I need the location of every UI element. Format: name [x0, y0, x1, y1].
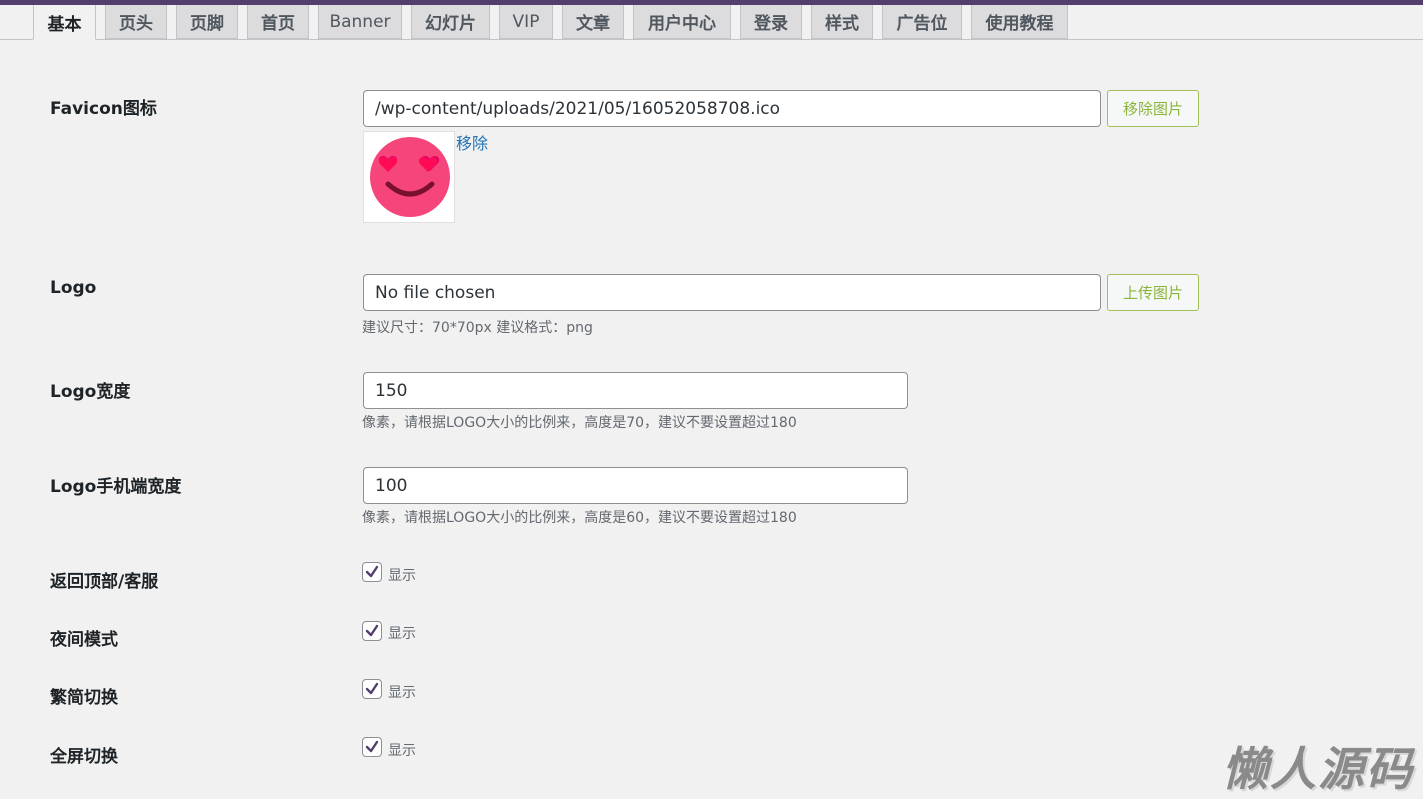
tab-banner[interactable]: Banner: [318, 5, 402, 39]
tab-article[interactable]: 文章: [562, 5, 624, 39]
back-to-top-checkbox[interactable]: [362, 562, 382, 582]
favicon-preview: [363, 131, 455, 223]
logo-width-label: Logo宽度: [50, 382, 131, 402]
remove-link[interactable]: 移除: [456, 130, 488, 154]
checkmark-icon: [365, 624, 379, 637]
upload-image-button[interactable]: 上传图片: [1107, 274, 1199, 311]
tab-basic[interactable]: 基本: [33, 5, 96, 40]
tab-slider[interactable]: 幻灯片: [411, 5, 490, 39]
heart-eyes-emoji-icon: [370, 137, 450, 217]
tab-login[interactable]: 登录: [740, 5, 802, 39]
logo-width-input[interactable]: 150: [363, 372, 908, 409]
back-to-top-label: 返回顶部/客服: [50, 572, 159, 592]
watermark: 懒人源码: [1222, 742, 1414, 796]
settings-tabs: 基本 页头 页脚 首页 Banner 幻灯片 VIP 文章 用户中心 登录 样式…: [0, 5, 1423, 40]
tab-ads[interactable]: 广告位: [882, 5, 962, 39]
remove-image-button[interactable]: 移除图片: [1107, 90, 1199, 127]
logo-file-input[interactable]: No file chosen: [363, 274, 1101, 311]
traditional-simplified-checkbox[interactable]: [362, 679, 382, 699]
logo-mobile-width-label: Logo手机端宽度: [50, 477, 182, 497]
tab-footer[interactable]: 页脚: [176, 5, 238, 39]
tab-tutorial[interactable]: 使用教程: [971, 5, 1068, 39]
tab-header[interactable]: 页头: [105, 5, 167, 39]
logo-mobile-width-hint: 像素，请根据LOGO大小的比例来，高度是60，建议不要设置超过180: [362, 510, 797, 526]
traditional-simplified-option: 显示: [388, 685, 416, 701]
checkmark-icon: [365, 682, 379, 695]
night-mode-label: 夜间模式: [50, 630, 118, 650]
tab-vip[interactable]: VIP: [499, 5, 553, 39]
back-to-top-option: 显示: [388, 568, 416, 584]
night-mode-checkbox[interactable]: [362, 621, 382, 641]
checkmark-icon: [365, 565, 379, 578]
logo-mobile-width-input[interactable]: 100: [363, 467, 908, 504]
favicon-label: Favicon图标: [50, 99, 157, 119]
logo-width-hint: 像素，请根据LOGO大小的比例来，高度是70，建议不要设置超过180: [362, 415, 797, 431]
fullscreen-label: 全屏切换: [50, 747, 118, 767]
logo-hint: 建议尺寸：70*70px 建议格式：png: [362, 320, 593, 336]
tab-user-center[interactable]: 用户中心: [633, 5, 731, 39]
night-mode-option: 显示: [388, 626, 416, 642]
fullscreen-option: 显示: [388, 743, 416, 759]
tab-home[interactable]: 首页: [247, 5, 309, 39]
fullscreen-checkbox[interactable]: [362, 737, 382, 757]
tab-style[interactable]: 样式: [811, 5, 873, 39]
traditional-simplified-label: 繁简切换: [50, 688, 118, 708]
checkmark-icon: [365, 740, 379, 753]
logo-label: Logo: [50, 278, 97, 298]
favicon-url-input[interactable]: /wp-content/uploads/2021/05/16052058708.…: [363, 90, 1101, 127]
